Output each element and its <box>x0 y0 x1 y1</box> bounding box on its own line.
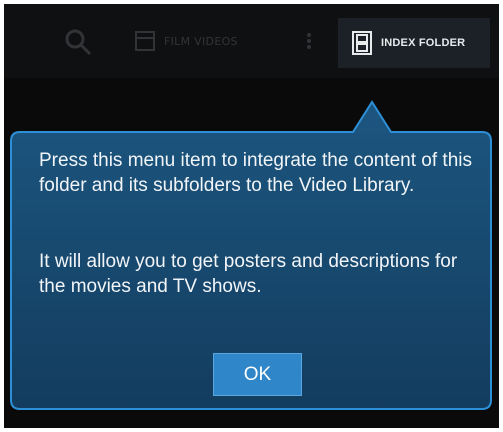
callout-paragraph-1: Press this menu item to integrate the co… <box>39 150 473 196</box>
ok-button[interactable]: OK <box>213 353 302 396</box>
callout-paragraph-2: It will allow you to get posters and des… <box>39 251 458 297</box>
app-screen: FILM VIDEOS INDEX FOLDER Press this menu… <box>4 4 499 428</box>
